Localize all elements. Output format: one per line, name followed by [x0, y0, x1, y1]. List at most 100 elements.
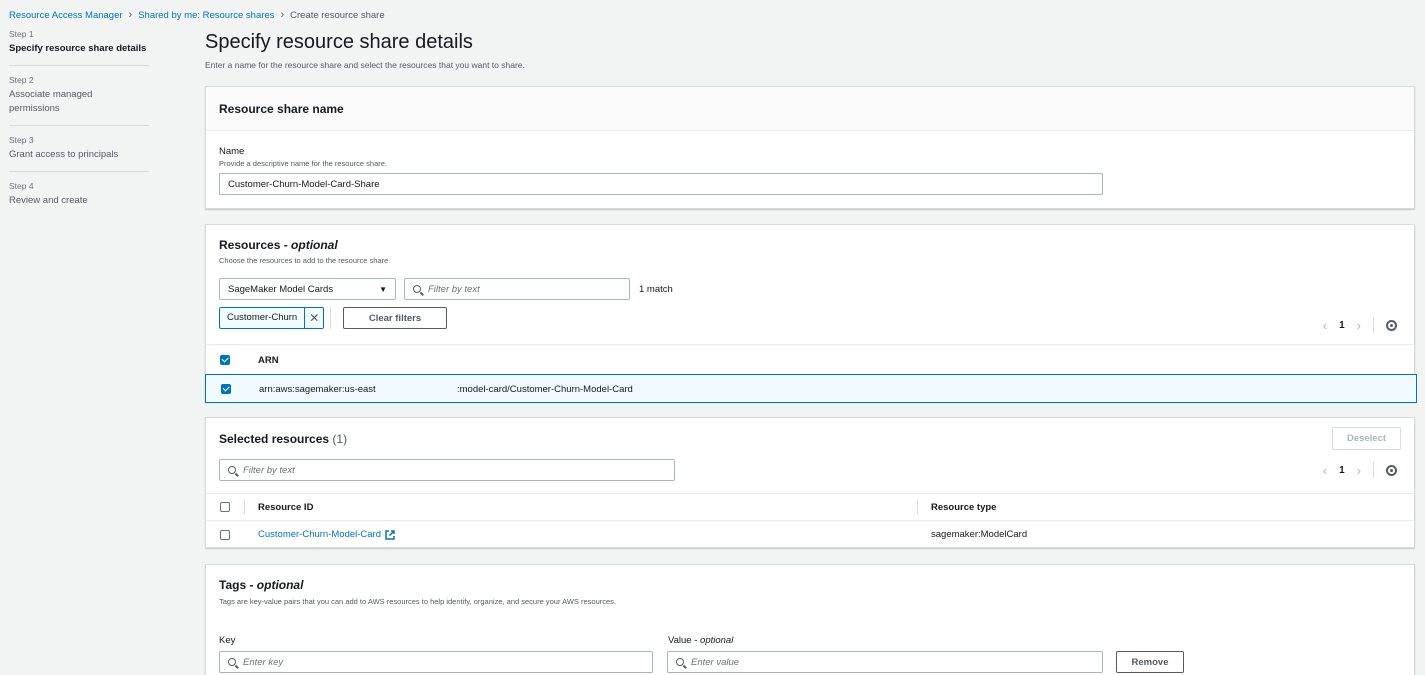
divider — [244, 500, 245, 514]
panel-title: Resources - optional — [219, 238, 338, 252]
selected-filter-input[interactable]: Filter by text — [219, 459, 675, 481]
step-2[interactable]: Step 2 Associate managed permissions — [9, 75, 149, 126]
chevron-left-icon[interactable]: ‹ — [1323, 318, 1327, 333]
optional-label: optional — [700, 635, 734, 646]
column-header-resource-type: Resource type — [931, 502, 997, 513]
select-all-checkbox[interactable] — [220, 502, 230, 512]
optional-label: optional — [256, 578, 304, 592]
filter-token: Customer-Churn ✕ — [219, 307, 325, 329]
divider — [917, 500, 918, 514]
resource-type-select[interactable]: SageMaker Model Cards ▼ — [219, 278, 396, 300]
gear-icon[interactable] — [1386, 319, 1397, 331]
search-icon — [676, 658, 684, 666]
deselect-button[interactable]: Deselect — [1332, 427, 1401, 450]
chevron-right-icon[interactable]: › — [1357, 318, 1361, 333]
value-label: Value - optional — [668, 635, 733, 646]
panel-title-text: Selected resources — [219, 432, 330, 446]
select-value: SageMaker Model Cards — [228, 283, 334, 295]
gear-icon[interactable] — [1386, 464, 1397, 476]
filter-placeholder: Filter by text — [243, 464, 295, 476]
resources-panel: Resources - optional Choose the resource… — [205, 224, 1417, 403]
page-description: Enter a name for the resource share and … — [205, 60, 525, 70]
panel-title-text: Resources - — [219, 238, 292, 252]
pagination: ‹ 1 › — [1323, 462, 1397, 478]
step-number: Step 1 — [9, 29, 34, 39]
breadcrumb-current: Create resource share — [290, 9, 385, 21]
divider — [1373, 462, 1374, 478]
step-label: Specify resource share details — [9, 43, 147, 54]
resource-share-name-panel: Resource share name Name Provide a descr… — [205, 86, 1415, 209]
filter-token-label: Customer-Churn — [220, 308, 306, 328]
row-checkbox[interactable] — [220, 530, 230, 540]
breadcrumb-link-resource-shares[interactable]: Shared by me: Resource shares — [138, 10, 274, 21]
field-label: Name — [219, 146, 245, 157]
name-input[interactable]: Customer-Churn-Model-Card-Share — [219, 173, 1103, 195]
panel-title: Tags - optional — [219, 578, 303, 592]
selected-count: (1) — [332, 432, 348, 446]
divider — [206, 493, 1414, 494]
step-4[interactable]: Step 4 Review and create — [9, 181, 149, 217]
page-number[interactable]: 1 — [1339, 465, 1345, 476]
resource-id-link[interactable]: Customer-Churn-Model-Card — [258, 529, 395, 540]
step-3[interactable]: Step 3 Grant access to principals — [9, 135, 149, 172]
divider — [330, 307, 331, 329]
breadcrumb: Resource Access Manager › Shared by me: … — [9, 9, 385, 21]
step-label: Review and create — [9, 195, 88, 206]
optional-label: optional — [291, 238, 338, 252]
panel-description: Choose the resources to add to the resou… — [219, 256, 389, 265]
match-count: 1 match — [639, 284, 673, 295]
divider — [206, 344, 1414, 345]
step-number: Step 2 — [9, 75, 34, 85]
resource-type-value: sagemaker:ModelCard — [931, 529, 1028, 540]
value-label-text: Value - — [668, 635, 701, 646]
tag-value-input[interactable]: Enter value — [667, 651, 1103, 673]
pagination: ‹ 1 › — [1323, 317, 1397, 333]
panel-title-text: Tags - — [219, 578, 257, 592]
search-icon — [228, 466, 236, 474]
wizard-steps: Step 1 Specify resource share details St… — [9, 29, 149, 226]
filter-placeholder: Filter by text — [428, 283, 480, 295]
step-label: Associate managed permissions — [9, 89, 93, 114]
panel-title: Selected resources (1) — [219, 432, 347, 446]
step-1[interactable]: Step 1 Specify resource share details — [9, 29, 149, 66]
column-header-resource-id: Resource ID — [258, 502, 314, 513]
chevron-right-icon: › — [280, 9, 285, 21]
panel-title: Resource share name — [219, 102, 344, 116]
caret-down-icon: ▼ — [379, 284, 387, 294]
panel-description: Tags are key-value pairs that you can ad… — [219, 597, 617, 606]
clear-filters-button[interactable]: Clear filters — [343, 307, 447, 329]
divider — [1373, 317, 1374, 333]
chevron-right-icon[interactable]: › — [1357, 463, 1361, 478]
close-icon[interactable]: ✕ — [305, 308, 323, 328]
step-number: Step 3 — [9, 135, 34, 145]
name-input-value: Customer-Churn-Model-Card-Share — [228, 178, 380, 190]
resource-id-text: Customer-Churn-Model-Card — [258, 529, 382, 540]
panel-header: Resource share name — [206, 87, 1414, 131]
arn-suffix: :model-card/Customer-Churn-Model-Card — [457, 384, 633, 395]
select-all-checkbox[interactable] — [220, 355, 230, 365]
resources-filter-input[interactable]: Filter by text — [404, 278, 630, 300]
search-icon — [228, 658, 236, 666]
external-link-icon — [385, 529, 395, 540]
value-placeholder: Enter value — [691, 656, 740, 668]
field-description: Provide a descriptive name for the resou… — [219, 159, 387, 168]
selected-resources-panel: Selected resources (1) Deselect Filter b… — [205, 417, 1415, 548]
row-checkbox[interactable] — [221, 384, 231, 394]
remove-tag-button[interactable]: Remove — [1116, 651, 1184, 673]
key-label: Key — [219, 635, 236, 646]
chevron-left-icon[interactable]: ‹ — [1323, 463, 1327, 478]
breadcrumb-link-ram[interactable]: Resource Access Manager — [9, 10, 123, 21]
key-placeholder: Enter key — [243, 656, 284, 668]
tag-key-input[interactable]: Enter key — [219, 651, 653, 673]
chevron-right-icon: › — [128, 9, 133, 21]
step-label: Grant access to principals — [9, 149, 119, 160]
page-title: Specify resource share details — [205, 31, 473, 53]
tags-panel: Tags - optional Tags are key-value pairs… — [205, 564, 1415, 675]
search-icon — [413, 285, 421, 293]
table-row[interactable]: arn:aws:sagemaker:us-east :model-card/Cu… — [205, 374, 1417, 403]
arn-prefix: arn:aws:sagemaker:us-east — [259, 384, 376, 395]
column-header-arn: ARN — [258, 355, 279, 366]
page-number[interactable]: 1 — [1339, 320, 1345, 331]
table-row: Customer-Churn-Model-Card sagemaker:Mode… — [206, 521, 1414, 547]
step-number: Step 4 — [9, 181, 34, 191]
